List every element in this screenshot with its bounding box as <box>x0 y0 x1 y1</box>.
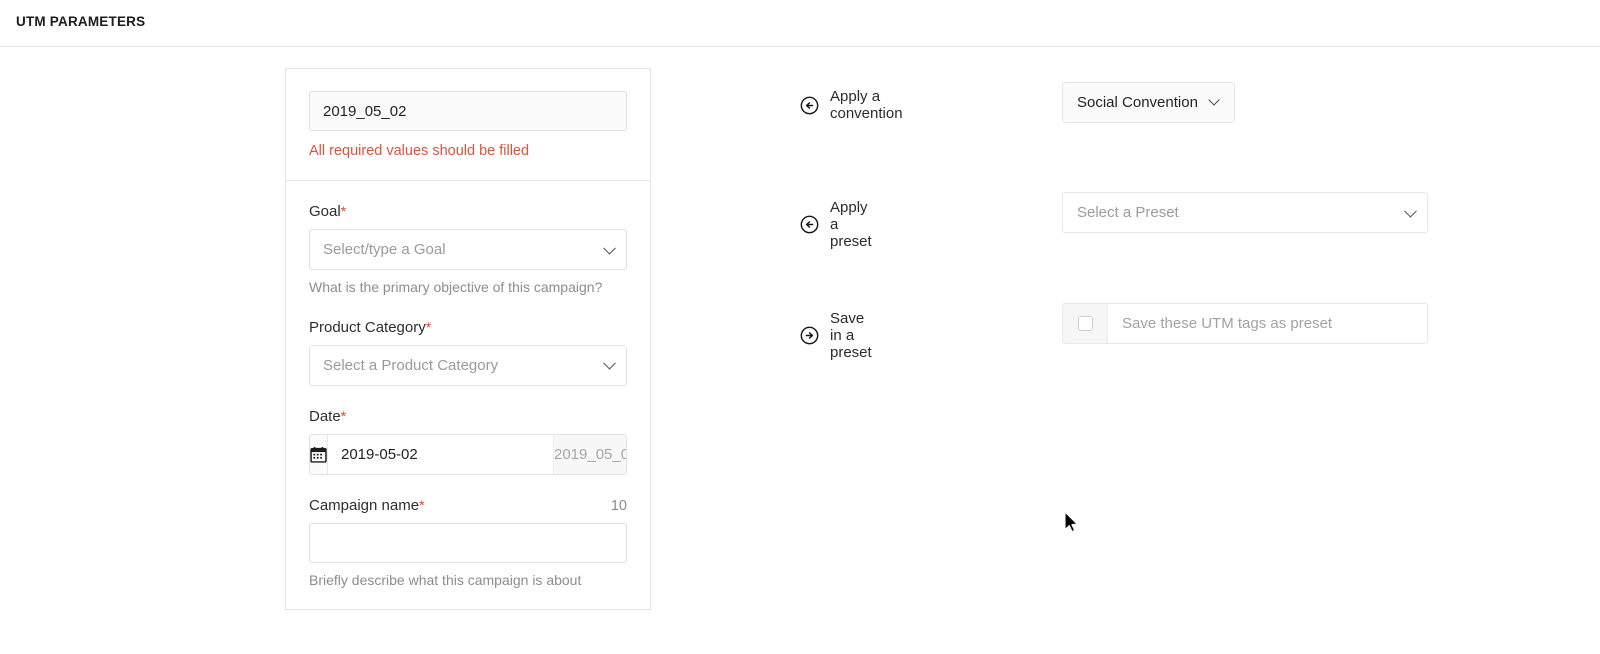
required-asterisk: * <box>341 408 346 424</box>
preset-select[interactable]: Select a Preset <box>1062 192 1428 233</box>
campaign-name-label-text: Campaign name <box>309 497 419 514</box>
date-label: Date * <box>309 408 627 425</box>
apply-convention-label: Apply a convention <box>830 88 903 122</box>
save-preset-checkbox-cell[interactable] <box>1063 304 1108 343</box>
chevron-down-icon <box>1208 94 1219 105</box>
calendar-icon[interactable] <box>310 435 328 474</box>
arrow-circle-left-icon <box>800 96 819 115</box>
field-product-category: Product Category * Select a Product Cate… <box>309 319 627 386</box>
chevron-down-icon <box>603 357 616 370</box>
date-formatted-suffix: 2019_05_02 <box>553 435 627 474</box>
convention-select-button[interactable]: Social Convention <box>1062 82 1235 123</box>
required-asterisk: * <box>419 497 424 513</box>
save-preset-label-group: Save in a preset <box>800 310 872 361</box>
campaign-name-label: Campaign name * 10 <box>309 497 627 514</box>
campaign-name-char-counter: 10 <box>611 498 627 514</box>
apply-preset-label: Apply a preset <box>830 199 872 250</box>
preset-select-placeholder: Select a Preset <box>1077 204 1179 221</box>
date-input[interactable] <box>328 435 553 474</box>
campaign-name-hint: Briefly describe what this campaign is a… <box>309 572 627 590</box>
date-input-group: 2019_05_02 <box>309 434 627 475</box>
validation-error-message: All required values should be filled <box>309 143 627 160</box>
utm-form-panel: All required values should be filled Goa… <box>285 68 651 610</box>
save-preset-input[interactable] <box>1108 304 1427 343</box>
arrow-circle-left-icon <box>800 215 819 234</box>
apply-convention-label-group: Apply a convention <box>800 88 903 122</box>
utm-campaign-input[interactable] <box>309 91 627 131</box>
save-preset-checkbox[interactable] <box>1078 316 1093 331</box>
page-title: UTM PARAMETERS <box>16 14 145 29</box>
arrow-circle-right-icon <box>800 326 819 345</box>
convention-selected-value: Social Convention <box>1077 94 1198 111</box>
product-category-select[interactable]: Select a Product Category <box>309 345 627 386</box>
chevron-down-icon <box>603 242 616 255</box>
goal-label-text: Goal <box>309 203 341 220</box>
save-preset-input-group <box>1062 303 1428 344</box>
save-preset-label: Save in a preset <box>830 310 872 361</box>
utm-fields-block: Goal * Select/type a Goal What is the pr… <box>286 181 650 609</box>
field-goal: Goal * Select/type a Goal What is the pr… <box>309 203 627 297</box>
goal-hint: What is the primary objective of this ca… <box>309 279 627 297</box>
goal-select[interactable]: Select/type a Goal <box>309 229 627 270</box>
apply-preset-label-group: Apply a preset <box>800 199 872 250</box>
field-campaign-name: Campaign name * 10 Briefly describe what… <box>309 497 627 590</box>
date-label-text: Date <box>309 408 341 425</box>
product-category-placeholder: Select a Product Category <box>323 357 498 374</box>
product-category-label-text: Product Category <box>309 319 426 336</box>
required-asterisk: * <box>426 319 431 335</box>
required-asterisk: * <box>341 203 346 219</box>
section-header: UTM PARAMETERS <box>0 0 1600 47</box>
field-date: Date * <box>309 408 627 475</box>
product-category-label: Product Category * <box>309 319 627 336</box>
goal-select-placeholder: Select/type a Goal <box>323 241 446 258</box>
campaign-name-input[interactable] <box>309 523 627 563</box>
utm-campaign-block: All required values should be filled <box>286 69 650 180</box>
chevron-down-icon <box>1404 204 1417 217</box>
utm-parameters-page: UTM PARAMETERS UTM Campaign * All requir… <box>0 0 1600 654</box>
goal-label: Goal * <box>309 203 627 220</box>
mouse-cursor <box>1060 509 1080 535</box>
